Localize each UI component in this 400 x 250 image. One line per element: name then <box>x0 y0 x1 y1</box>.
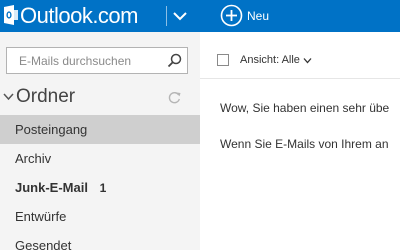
folders-header[interactable]: Ordner <box>0 84 200 110</box>
folder-entwuerfe[interactable]: Entwürfe <box>0 202 200 231</box>
search-box <box>6 47 188 74</box>
app-title[interactable]: Outlook.com <box>20 3 139 29</box>
folder-label: Archiv <box>15 151 52 166</box>
view-filter-dropdown[interactable]: Ansicht: Alle <box>240 52 312 68</box>
divider <box>200 78 400 79</box>
select-all-checkbox[interactable] <box>217 54 229 66</box>
folder-list: Posteingang Archiv Junk-E-Mail 1 Entwürf… <box>0 115 200 250</box>
folder-posteingang[interactable]: Posteingang <box>0 115 200 144</box>
divider <box>166 6 167 26</box>
new-button-label: Neu <box>247 9 270 23</box>
message-text: Wenn Sie E-Mails von Ihrem an <box>220 137 389 151</box>
folder-label: Junk-E-Mail <box>15 180 88 195</box>
plus-circle-icon <box>220 4 243 27</box>
search-input[interactable] <box>7 48 162 73</box>
view-filter-label: Ansicht: Alle <box>240 54 300 66</box>
outlook-logo-icon[interactable] <box>4 5 18 25</box>
unread-count-badge: 1 <box>99 181 107 195</box>
folder-label: Posteingang <box>15 122 88 137</box>
message-text: Wow, Sie haben einen sehr übe <box>220 101 390 115</box>
chevron-down-icon <box>303 57 312 64</box>
folder-label: Gesendet <box>15 238 72 250</box>
folder-junk[interactable]: Junk-E-Mail 1 <box>0 173 200 202</box>
refresh-icon[interactable] <box>168 91 181 104</box>
folder-label: Entwürfe <box>15 209 67 224</box>
search-icon[interactable] <box>167 53 182 68</box>
chevron-down-icon[interactable] <box>172 8 188 24</box>
folder-archiv[interactable]: Archiv <box>0 144 200 173</box>
new-message-button[interactable]: Neu <box>220 4 280 28</box>
top-bar: Outlook.com Neu <box>0 0 400 32</box>
folder-gesendet[interactable]: Gesendet <box>0 231 200 250</box>
chevron-down-icon <box>3 93 14 101</box>
folders-title: Ordner <box>16 86 76 107</box>
